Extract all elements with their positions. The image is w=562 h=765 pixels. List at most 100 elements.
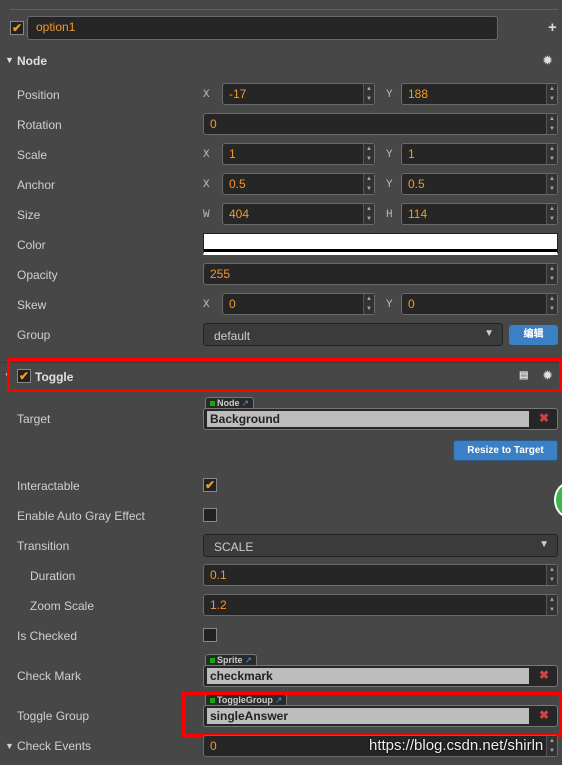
spinner[interactable]: ▲ ▼ [546, 204, 557, 224]
spinner[interactable]: ▲ ▼ [546, 294, 557, 314]
add-icon[interactable]: + [548, 19, 557, 36]
group-dropdown[interactable]: default ▼ [203, 323, 503, 346]
interactable-checkbox[interactable]: ✔ [203, 478, 217, 492]
position-y-input[interactable]: 188 ▲ ▼ [401, 83, 558, 105]
divider [10, 9, 558, 10]
value: SCALE [214, 540, 254, 554]
check-mark-field[interactable]: checkmark ✖ [203, 665, 558, 687]
opacity-label: Opacity [17, 268, 58, 282]
spinner[interactable]: ▲ ▼ [546, 84, 557, 104]
node-section-header[interactable]: ▼ Node ✹ [0, 48, 562, 76]
node-name-input[interactable]: option1 [27, 16, 498, 40]
auto-gray-label: Enable Auto Gray Effect [17, 509, 145, 523]
is-checked-label: Is Checked [17, 629, 78, 643]
axis-label: W [203, 209, 210, 221]
spinner[interactable]: ▲ ▼ [546, 264, 557, 284]
spinner[interactable]: ▲ ▼ [546, 114, 557, 134]
type-label: Sprite [217, 655, 243, 665]
value: 1 [408, 147, 415, 161]
value: 114 [408, 207, 428, 221]
spinner[interactable]: ▲ ▼ [546, 595, 557, 615]
value: 0 [408, 297, 415, 311]
highlight-box [7, 358, 562, 392]
zoom-scale-label: Zoom Scale [30, 599, 95, 613]
spinner[interactable]: ▲ ▼ [546, 565, 557, 585]
transition-dropdown[interactable]: SCALE ▼ [203, 534, 558, 557]
rotation-input[interactable]: 0 ▲ ▼ [203, 113, 558, 135]
skew-x-input[interactable]: 0 ▲ ▼ [222, 293, 375, 315]
value: 0.5 [229, 177, 246, 191]
spinner[interactable]: ▲ ▼ [363, 294, 374, 314]
size-w-input[interactable]: 404 ▲ ▼ [222, 203, 375, 225]
dropdown-arrow-icon: ▼ [539, 539, 549, 550]
color-swatch[interactable] [203, 233, 558, 255]
section-title: Node [17, 54, 47, 68]
value: 0.5 [408, 177, 425, 191]
auto-gray-checkbox[interactable] [203, 508, 217, 522]
collapse-arrow-icon[interactable]: ▼ [5, 55, 14, 65]
axis-label: Y [386, 299, 393, 311]
rotation-label: Rotation [17, 118, 62, 132]
floating-badge[interactable] [554, 482, 562, 518]
link-icon[interactable]: ↗ [245, 655, 253, 665]
anchor-x-input[interactable]: 0.5 ▲ ▼ [222, 173, 375, 195]
zoom-scale-input[interactable]: 1.2 ▲ ▼ [203, 594, 558, 616]
clear-icon[interactable]: ✖ [539, 411, 549, 425]
spinner[interactable]: ▲ ▼ [363, 144, 374, 164]
size-label: Size [17, 208, 41, 222]
position-x-input[interactable]: -17 ▲ ▼ [222, 83, 375, 105]
axis-label: H [386, 209, 393, 221]
duration-input[interactable]: 0.1 ▲ ▼ [203, 564, 558, 586]
axis-label: X [203, 89, 210, 101]
link-icon[interactable]: ↗ [242, 398, 250, 408]
scale-x-input[interactable]: 1 ▲ ▼ [222, 143, 375, 165]
collapse-arrow-icon[interactable]: ▼ [5, 741, 14, 751]
scale-label: Scale [17, 148, 48, 162]
value: default [214, 329, 251, 343]
type-label: Node [217, 398, 240, 408]
spinner[interactable]: ▲ ▼ [363, 174, 374, 194]
gear-icon[interactable]: ✹ [543, 54, 552, 67]
value: Background [207, 411, 529, 427]
value: 0.1 [210, 568, 227, 582]
check-events-label: Check Events [17, 739, 92, 753]
position-label: Position [17, 88, 60, 102]
target-field[interactable]: Background ✖ [203, 408, 558, 430]
axis-label: X [203, 179, 210, 191]
spinner[interactable]: ▲ ▼ [546, 736, 557, 756]
value: 1 [229, 147, 236, 161]
spinner[interactable]: ▲ ▼ [546, 144, 557, 164]
clear-icon[interactable]: ✖ [539, 668, 549, 682]
skew-label: Skew [17, 298, 47, 312]
is-checked-checkbox[interactable] [203, 628, 217, 642]
opacity-input[interactable]: 255 ▲ ▼ [203, 263, 558, 285]
watermark: https://blog.csdn.net/shirln [369, 737, 544, 754]
edit-group-button[interactable]: 编辑 [509, 325, 558, 345]
spinner[interactable]: ▲ ▼ [363, 204, 374, 224]
skew-y-input[interactable]: 0 ▲ ▼ [401, 293, 558, 315]
value: 0 [229, 297, 236, 311]
size-h-input[interactable]: 114 ▲ ▼ [401, 203, 558, 225]
value: 1.2 [210, 598, 227, 612]
check-mark-label: Check Mark [17, 669, 82, 683]
dropdown-arrow-icon: ▼ [484, 328, 494, 339]
highlight-box [182, 692, 562, 737]
scale-y-input[interactable]: 1 ▲ ▼ [401, 143, 558, 165]
value: checkmark [207, 668, 529, 684]
anchor-y-input[interactable]: 0.5 ▲ ▼ [401, 173, 558, 195]
value: 255 [210, 267, 231, 281]
spinner[interactable]: ▲ ▼ [363, 84, 374, 104]
value: -17 [229, 87, 247, 101]
color-label: Color [17, 238, 46, 252]
resize-to-target-button[interactable]: Resize to Target [453, 440, 558, 461]
anchor-label: Anchor [17, 178, 56, 192]
toggle-group-label: Toggle Group [17, 709, 90, 723]
value: 188 [408, 87, 429, 101]
node-active-checkbox[interactable]: ✔ [10, 21, 24, 35]
axis-label: Y [386, 89, 393, 101]
spinner[interactable]: ▲ ▼ [546, 174, 557, 194]
group-label: Group [17, 328, 51, 342]
interactable-label: Interactable [17, 479, 80, 493]
transition-label: Transition [17, 539, 70, 553]
value: 404 [229, 207, 250, 221]
